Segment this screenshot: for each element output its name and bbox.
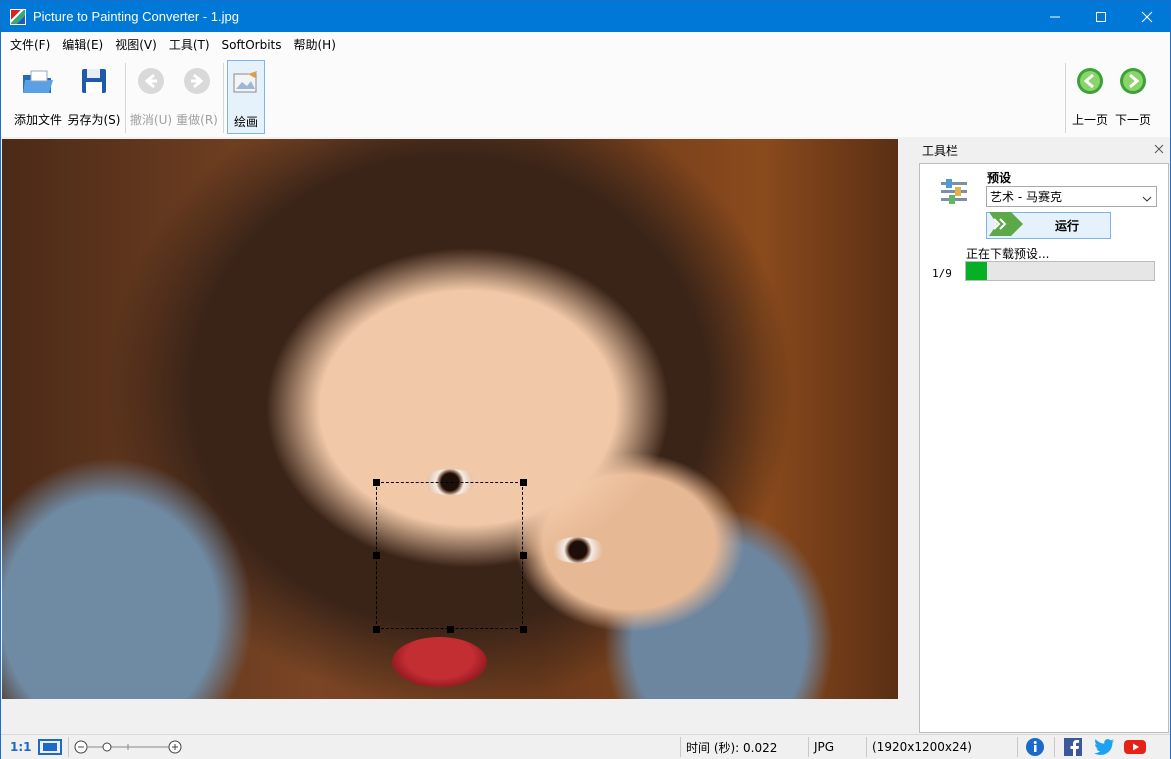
progress-bar — [965, 261, 1155, 281]
resize-handle[interactable] — [373, 626, 380, 633]
save-as-button[interactable]: 另存为(S) — [67, 59, 121, 131]
prev-page-label: 上一页 — [1071, 113, 1108, 127]
open-folder-icon — [20, 63, 56, 99]
redo-arrow-icon — [179, 63, 215, 99]
next-page-button[interactable]: 下一页 — [1112, 59, 1154, 131]
status-divider — [1017, 737, 1018, 757]
prev-page-button[interactable]: 上一页 — [1069, 59, 1111, 131]
sliders-icon — [940, 179, 968, 208]
add-files-label: 添加文件 — [13, 113, 62, 127]
selection-rectangle[interactable] — [376, 482, 523, 629]
status-divider — [680, 737, 681, 757]
painting-easel-icon — [228, 65, 264, 101]
resize-handle[interactable] — [520, 479, 527, 486]
toolbar-divider — [223, 63, 224, 133]
image-dimensions: (1920x1200x24) — [872, 740, 972, 754]
preset-dropdown[interactable]: 艺术 - 马赛克 — [986, 186, 1157, 207]
processing-time: 时间 (秒): 0.022 — [686, 740, 778, 755]
status-bar: 1:1 时间 (秒): 0.022 JPG (1920x1200x24) — [1, 734, 1170, 759]
menu-tools[interactable]: 工具(T) — [169, 36, 210, 53]
zoom-1-1-button[interactable]: 1:1 — [10, 735, 32, 759]
app-window: Picture to Painting Converter - 1.jpg 文件… — [0, 0, 1171, 759]
status-divider — [68, 737, 69, 757]
maximize-icon — [1096, 11, 1106, 22]
menu-softorbits[interactable]: SoftOrbits — [222, 38, 282, 52]
undo-arrow-icon — [133, 63, 169, 99]
chevron-down-icon — [1142, 192, 1152, 206]
menu-edit[interactable]: 编辑(E) — [62, 36, 103, 53]
prev-arrow-icon — [1072, 63, 1108, 99]
toolbar-divider — [125, 63, 126, 133]
save-icon — [76, 63, 112, 99]
facebook-icon[interactable] — [1063, 735, 1083, 759]
add-files-button[interactable]: 添加文件 — [11, 59, 65, 131]
zoom-slider[interactable] — [73, 735, 183, 759]
status-divider — [866, 737, 867, 757]
youtube-icon[interactable] — [1123, 735, 1147, 759]
paint-label: 绘画 — [233, 115, 258, 129]
title-bar: Picture to Painting Converter - 1.jpg — [1, 1, 1170, 32]
run-arrow-icon — [989, 212, 1023, 239]
resize-handle[interactable] — [520, 552, 527, 559]
status-text: 正在下载预设... — [966, 247, 1050, 261]
resize-handle[interactable] — [447, 626, 454, 633]
resize-handle[interactable] — [373, 479, 380, 486]
menu-help[interactable]: 帮助(H) — [293, 36, 335, 53]
preset-label: 预设 — [987, 171, 1012, 185]
save-as-label: 另存为(S) — [67, 113, 121, 127]
preset-counter: 1/9 — [932, 267, 952, 280]
photo-detail — [392, 637, 487, 687]
next-arrow-icon — [1115, 63, 1151, 99]
paint-button[interactable]: 绘画 — [227, 60, 265, 134]
panel-header: 工具栏 — [918, 138, 1170, 162]
menu-view[interactable]: 视图(V) — [115, 36, 157, 53]
tool-panel: 工具栏 预设 艺术 - 马赛克 运行 正在下载预设... 1/9 — [918, 138, 1170, 734]
photo-detail — [550, 537, 606, 563]
image-format: JPG — [814, 740, 835, 754]
close-button[interactable] — [1124, 1, 1170, 32]
image-canvas[interactable] — [1, 138, 917, 734]
status-divider — [1054, 737, 1055, 757]
menu-bar: 文件(F) 编辑(E) 视图(V) 工具(T) SoftOrbits 帮助(H) — [1, 32, 1170, 57]
fit-to-window-icon[interactable] — [38, 735, 62, 759]
run-button[interactable]: 运行 — [986, 212, 1111, 239]
preset-value: 艺术 - 马赛克 — [990, 190, 1062, 204]
minimize-button[interactable] — [1032, 1, 1078, 32]
close-icon — [1141, 11, 1153, 22]
resize-handle[interactable] — [520, 626, 527, 633]
redo-label: 重做(R) — [176, 113, 218, 127]
redo-button[interactable]: 重做(R) — [175, 59, 219, 131]
app-icon — [10, 8, 26, 25]
run-label: 运行 — [1055, 219, 1080, 233]
minimize-icon — [1050, 16, 1060, 17]
window-title: Picture to Painting Converter - 1.jpg — [33, 9, 239, 24]
menu-file[interactable]: 文件(F) — [10, 36, 50, 53]
status-divider — [808, 737, 809, 757]
info-icon[interactable] — [1025, 735, 1045, 759]
maximize-button[interactable] — [1078, 1, 1124, 32]
undo-label: 撤消(U) — [129, 113, 173, 127]
twitter-icon[interactable] — [1093, 735, 1115, 759]
panel-body: 预设 艺术 - 马赛克 运行 正在下载预设... 1/9 — [919, 163, 1169, 733]
undo-button[interactable]: 撤消(U) — [129, 59, 173, 131]
toolbar: 添加文件 另存为(S) 撤消(U) 重做(R) 绘画 上一页 下一页 — [1, 57, 1170, 137]
resize-handle[interactable] — [373, 552, 380, 559]
progress-fill — [966, 262, 987, 280]
panel-title: 工具栏 — [922, 143, 959, 158]
panel-close-icon[interactable] — [1154, 143, 1164, 157]
toolbar-divider — [1065, 63, 1066, 133]
next-page-label: 下一页 — [1114, 113, 1151, 127]
